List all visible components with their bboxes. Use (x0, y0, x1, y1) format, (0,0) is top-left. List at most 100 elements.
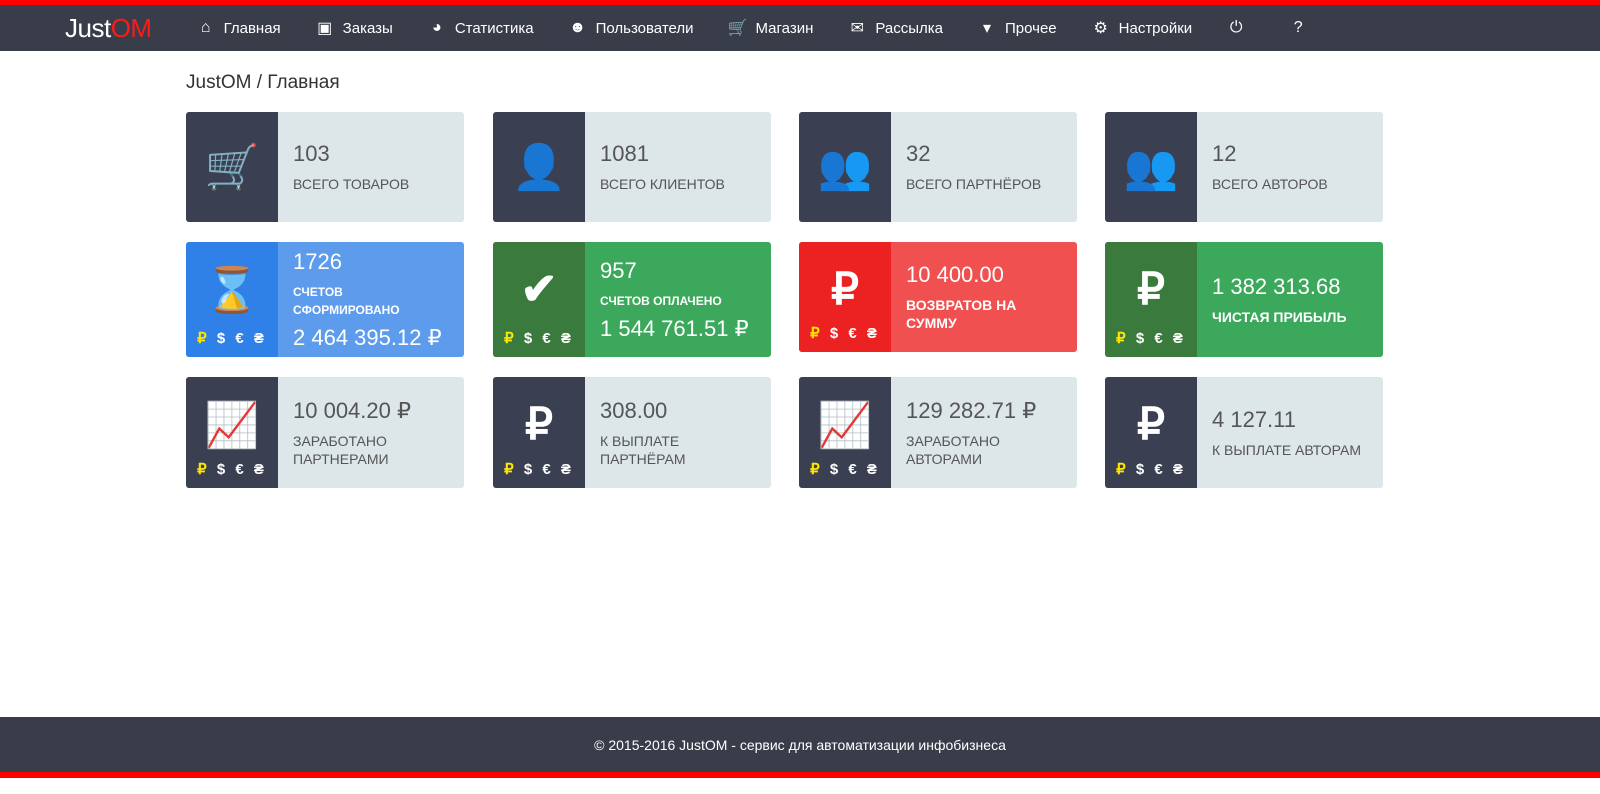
currency-option[interactable]: ₽ (504, 461, 517, 478)
currency-option[interactable]: ₽ (197, 330, 210, 347)
currency-option[interactable]: ₽ (810, 325, 823, 342)
nav-item-help[interactable]: ? (1288, 18, 1316, 38)
ruble-icon: ₽ (1137, 265, 1165, 314)
stat-card: ✔ ₽ $ € ₴ 957 Счетов оплачено 1 544 761.5… (493, 242, 771, 357)
stat-card: 👤 1081 Всего клиентов (493, 112, 771, 222)
nav-label: Статистика (454, 19, 534, 37)
cart-icon: 🛒 (204, 143, 260, 192)
nav-item-gears[interactable]: ⚙ Настройки (1091, 18, 1193, 38)
currency-option[interactable]: $ (830, 461, 841, 478)
card-label: Всего товаров (293, 176, 410, 192)
currency-option[interactable]: ₴ (867, 461, 880, 478)
currency-switcher: ₽ $ € ₴ (799, 460, 891, 478)
currency-option[interactable]: $ (1136, 330, 1147, 347)
power-icon: ⏻ (1229, 19, 1243, 36)
logo-om: OM (110, 12, 152, 43)
currency-option[interactable]: ₽ (504, 330, 517, 347)
stat-card: ₽ ₽ $ € ₴ 10 400.00 Возвратов на сумму (799, 242, 1077, 352)
currency-switcher: ₽ $ € ₴ (186, 460, 278, 478)
currency-option[interactable]: ₴ (254, 330, 267, 347)
nav-item-pie-chart[interactable]: ◕ Статистика (427, 18, 534, 38)
currency-option[interactable]: € (848, 325, 859, 342)
nav-item-cart[interactable]: 🛒 Магазин (728, 18, 814, 38)
envelope-icon: ✉ (850, 20, 865, 37)
currency-option[interactable]: ₽ (1116, 330, 1129, 347)
users-icon: 👥 (1123, 143, 1179, 192)
logo[interactable]: JustOM (65, 13, 152, 44)
currency-switcher: ₽ $ € ₴ (1105, 460, 1197, 478)
line-chart-icon: 📈 (204, 401, 260, 450)
currency-option[interactable]: € (848, 461, 859, 478)
home-icon: ⌂ (200, 19, 211, 36)
gears-icon: ⚙ (1093, 20, 1108, 37)
nav-label: Главная (223, 19, 281, 37)
ruble-icon: ₽ (1137, 400, 1165, 449)
currency-switcher: ₽ $ € ₴ (493, 460, 585, 478)
currency-option[interactable]: ₴ (1173, 461, 1186, 478)
nav-label: Магазин (755, 19, 814, 37)
card-value: 10 004.20 ₽ (293, 397, 411, 423)
currency-option[interactable]: € (1154, 330, 1165, 347)
nav-item-dropdown[interactable]: ▾ Прочее (977, 18, 1057, 38)
currency-option[interactable]: € (542, 461, 553, 478)
nav-label: Прочее (1005, 19, 1057, 37)
logo-just: Just (65, 12, 111, 43)
card-value: 10 400.00 (906, 262, 1004, 287)
cart-icon: 🛒 (727, 20, 748, 37)
card-value: 32 (906, 141, 931, 166)
currency-option[interactable]: ₴ (254, 461, 267, 478)
nav-item-home[interactable]: ⌂ Главная (196, 18, 281, 38)
card-label: Всего клиентов (600, 176, 725, 192)
currency-option[interactable]: € (542, 330, 553, 347)
currency-option[interactable]: $ (524, 330, 535, 347)
card-icon-panel: 👥 (1105, 112, 1197, 222)
card-sum: 1 544 761.51 ₽ (600, 315, 749, 341)
card-icon-panel: ₽ ₽ $ € ₴ (493, 377, 585, 488)
card-value: 4 127.11 (1212, 406, 1297, 432)
stat-card: ₽ ₽ $ € ₴ 308.00 К выплате партнёрам (493, 377, 771, 488)
card-icon-panel: ₽ ₽ $ € ₴ (1105, 242, 1197, 357)
card-icon-panel: 👤 (493, 112, 585, 222)
card-sum: 2 464 395.12 ₽ (293, 324, 442, 350)
top-navbar: JustOM ⌂ Главная ▣ Заказы ◕ Статистика ☻ Пользо… (0, 5, 1600, 51)
nav-label: Рассылка (875, 19, 943, 37)
card-icon-panel: 📈 ₽ $ € ₴ (799, 377, 891, 488)
currency-option[interactable]: ₴ (867, 325, 880, 342)
nav-item-money[interactable]: ▣ Заказы (315, 18, 393, 38)
currency-switcher: ₽ $ € ₴ (799, 324, 891, 342)
money-icon: ▣ (317, 20, 333, 37)
stat-card: ⌛ ₽ $ € ₴ 1726 Счетов сформировано 2 464 … (186, 242, 464, 357)
card-value: 1726 (293, 248, 342, 274)
nav-item-users[interactable]: ☻ Пользователи (568, 18, 694, 38)
currency-option[interactable]: $ (1136, 461, 1147, 478)
currency-option[interactable]: € (235, 330, 246, 347)
currency-option[interactable]: ₽ (1116, 461, 1129, 478)
currency-option[interactable]: ₽ (197, 461, 210, 478)
nav-item-power[interactable]: ⏻ (1226, 18, 1254, 38)
card-value: 1 382 313.68 (1212, 273, 1341, 299)
dropdown-icon: ▾ (982, 20, 992, 37)
card-value: 957 (600, 257, 637, 283)
currency-option[interactable]: ₴ (561, 461, 574, 478)
currency-option[interactable]: $ (217, 330, 228, 347)
currency-option[interactable]: € (235, 461, 246, 478)
currency-option[interactable]: $ (217, 461, 228, 478)
currency-option[interactable]: ₴ (561, 330, 574, 347)
card-icon-panel: 📈 ₽ $ € ₴ (186, 377, 278, 488)
card-label: Заработано партнерами (293, 432, 389, 467)
card-label: Возвратов на сумму (906, 297, 1017, 331)
ruble-icon: ₽ (525, 400, 553, 449)
currency-option[interactable]: ₴ (1173, 330, 1186, 347)
currency-option[interactable]: $ (830, 325, 841, 342)
currency-option[interactable]: $ (524, 461, 535, 478)
nav-label: Пользователи (595, 19, 694, 37)
currency-option[interactable]: € (1154, 461, 1165, 478)
card-label: Всего партнёров (906, 176, 1042, 192)
card-value: 103 (293, 141, 330, 166)
nav-label: Настройки (1118, 19, 1193, 37)
currency-switcher: ₽ $ € ₴ (186, 329, 278, 347)
nav-label: Заказы (342, 19, 393, 37)
nav-item-envelope[interactable]: ✉ Рассылка (847, 18, 943, 38)
currency-option[interactable]: ₽ (810, 461, 823, 478)
card-icon-panel: 🛒 (186, 112, 278, 222)
